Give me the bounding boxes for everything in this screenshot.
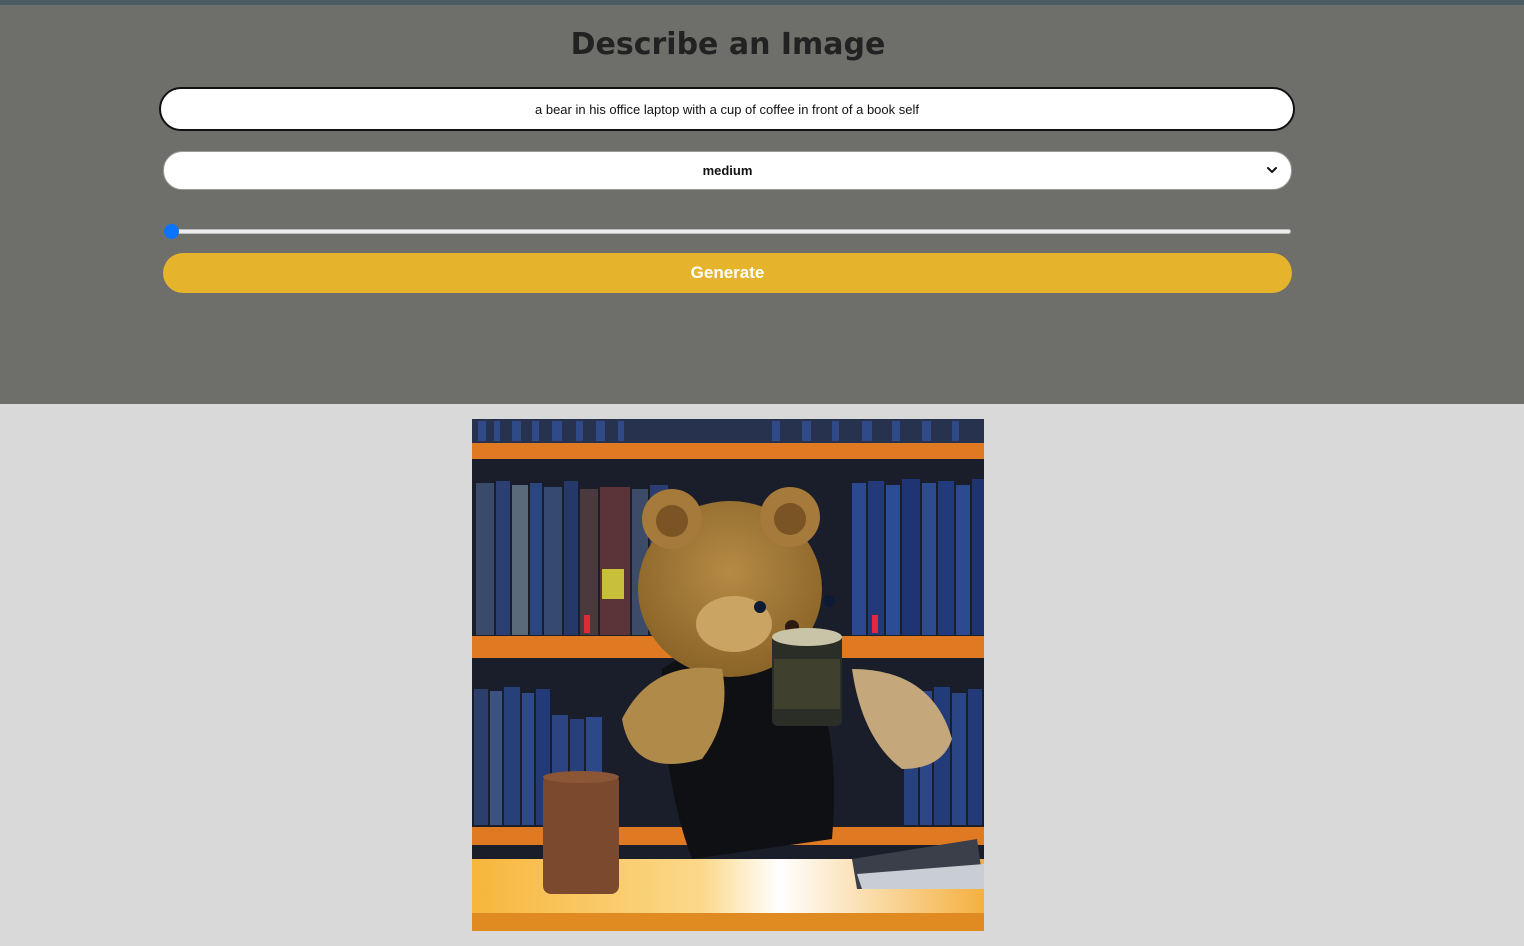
slider-thumb[interactable] — [164, 224, 179, 239]
slider-track[interactable] — [166, 229, 1291, 234]
generator-panel: Describe an Image medium Generate — [0, 7, 1524, 404]
generated-image — [472, 419, 984, 931]
bear-illustration — [472, 419, 984, 931]
window-top-strip — [0, 0, 1524, 7]
prompt-input[interactable] — [159, 87, 1295, 131]
generate-button[interactable]: Generate — [163, 253, 1292, 293]
chevron-down-icon — [1267, 167, 1277, 173]
size-select-value: medium — [702, 163, 753, 178]
size-select[interactable]: medium — [163, 151, 1292, 190]
page-title: Describe an Image — [570, 27, 886, 62]
